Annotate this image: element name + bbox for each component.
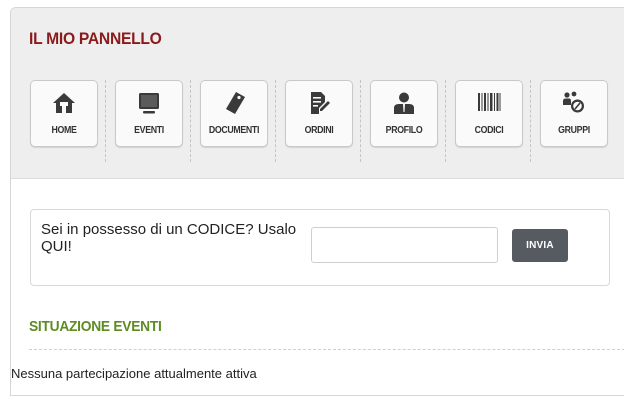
monitor-icon bbox=[139, 93, 159, 114]
nav-gruppi-button[interactable]: GRUPPI bbox=[540, 80, 608, 147]
home-icon bbox=[53, 93, 75, 113]
nav-separator bbox=[530, 80, 531, 162]
nav-profilo-label: PROFILO bbox=[385, 125, 423, 136]
panel-nav: HOME EVENTI DOCUMENTI ORDINI PROFILO COD… bbox=[30, 80, 624, 162]
tag-icon bbox=[226, 92, 245, 114]
code-input[interactable] bbox=[311, 227, 498, 263]
nav-gruppi-label: GRUPPI bbox=[558, 125, 590, 136]
nav-documenti-label: DOCUMENTI bbox=[208, 125, 260, 136]
nav-documenti-button[interactable]: DOCUMENTI bbox=[200, 80, 268, 147]
group-icon bbox=[563, 91, 584, 113]
nav-codici-button[interactable]: CODICI bbox=[455, 80, 523, 147]
code-redeem-box: Sei in possesso di un CODICE? Usalo QUI!… bbox=[30, 209, 610, 286]
nav-separator bbox=[445, 80, 446, 162]
nav-separator bbox=[360, 80, 361, 162]
nav-separator bbox=[275, 80, 276, 162]
invia-button[interactable]: INVIA bbox=[512, 229, 568, 262]
nav-separator bbox=[190, 80, 191, 162]
events-section-title: SITUAZIONE EVENTI bbox=[29, 318, 162, 335]
events-divider bbox=[29, 349, 624, 350]
barcode-icon bbox=[478, 93, 501, 111]
nav-separator bbox=[105, 80, 106, 162]
code-question: Sei in possesso di un CODICE? Usalo QUI! bbox=[41, 221, 297, 255]
nav-eventi-label: EVENTI bbox=[134, 125, 164, 136]
edit-document-icon bbox=[311, 92, 330, 114]
nav-profilo-button[interactable]: PROFILO bbox=[370, 80, 438, 147]
nav-home-label: HOME bbox=[51, 125, 77, 136]
nav-eventi-button[interactable]: EVENTI bbox=[115, 80, 183, 147]
events-empty-message: Nessuna partecipazione attualmente attiv… bbox=[11, 366, 257, 381]
user-panel: IL MIO PANNELLO HOME EVENTI DOCUMENTI OR… bbox=[10, 7, 624, 396]
nav-ordini-button[interactable]: ORDINI bbox=[285, 80, 353, 147]
nav-ordini-label: ORDINI bbox=[304, 125, 334, 136]
nav-codici-label: CODICI bbox=[474, 125, 504, 136]
panel-header: IL MIO PANNELLO HOME EVENTI DOCUMENTI OR… bbox=[11, 8, 624, 179]
user-icon bbox=[394, 92, 414, 114]
panel-title: IL MIO PANNELLO bbox=[29, 29, 162, 48]
nav-home-button[interactable]: HOME bbox=[30, 80, 98, 147]
